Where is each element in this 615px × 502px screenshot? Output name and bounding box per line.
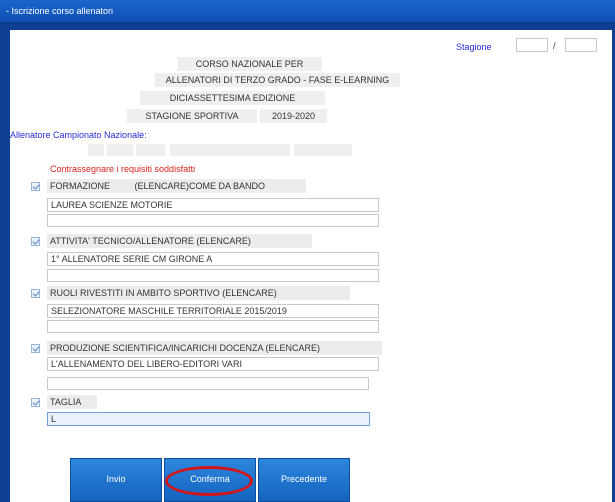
ruoli-checkbox[interactable] (31, 289, 40, 298)
header-line3: DICIASSETTESIMA EDIZIONE (140, 91, 325, 105)
requisiti-label: Contrassegnare i requisiti soddisfatti (50, 164, 196, 174)
produzione-extra-input[interactable] (47, 377, 369, 390)
ruoli-input[interactable]: SELEZIONATORE MASCHILE TERRITORIALE 2015… (47, 304, 379, 318)
stagione-separator: / (553, 41, 556, 51)
header-line2: ALLENATORI DI TERZO GRADO - FASE E-LEARN… (155, 73, 400, 87)
allenatore-cell-2[interactable] (107, 144, 133, 156)
formazione-extra-input[interactable] (47, 214, 379, 227)
conferma-button[interactable]: Conferma (164, 458, 256, 502)
form-panel: Stagione / CORSO NAZIONALE PER ALLENATOR… (10, 30, 612, 502)
allenatore-cell-5[interactable] (294, 144, 334, 156)
produzione-input[interactable]: L'ALLENAMENTO DEL LIBERO-EDITORI VARI (47, 357, 379, 371)
invio-button[interactable]: Invio (70, 458, 162, 502)
allenatore-cell-4[interactable] (170, 144, 290, 156)
produzione-checkbox[interactable] (31, 344, 40, 353)
season-label: STAGIONE SPORTIVA (127, 109, 257, 123)
taglia-title: TAGLIA (47, 395, 97, 409)
allenatore-cell-6[interactable] (330, 144, 352, 156)
season-value: 2019-2020 (260, 109, 327, 123)
stagione-end-input[interactable] (565, 38, 597, 52)
window-titlebar: - Iscrizione corso allenatori (0, 0, 615, 23)
precedente-button[interactable]: Precedente (258, 458, 350, 502)
formazione-checkbox[interactable] (31, 182, 40, 191)
window-title: - Iscrizione corso allenatori (6, 6, 114, 16)
attivita-checkbox[interactable] (31, 237, 40, 246)
stagione-start-input[interactable] (516, 38, 548, 52)
ruoli-extra-input[interactable] (47, 320, 379, 333)
ruoli-title: RUOLI RIVESTITI IN AMBITO SPORTIVO (ELEN… (47, 286, 350, 300)
formazione-hint: (ELENCARE)COME DA BANDO (134, 181, 266, 191)
produzione-title: PRODUZIONE SCIENTIFICA/INCARICHI DOCENZA… (47, 341, 382, 355)
attivita-title: ATTIVITA' TECNICO/ALLENATORE (ELENCARE) (47, 234, 312, 248)
allenatore-label: Allenatore Campionato Nazionale: (10, 130, 147, 140)
attivita-extra-input[interactable] (47, 269, 379, 282)
taglia-checkbox[interactable] (31, 398, 40, 407)
formazione-header: FORMAZIONE (ELENCARE)COME DA BANDO (47, 179, 306, 193)
attivita-input[interactable]: 1° ALLENATORE SERIE CM GIRONE A (47, 252, 379, 266)
taglia-input[interactable]: L (47, 412, 370, 426)
formazione-input[interactable]: LAUREA SCIENZE MOTORIE (47, 198, 379, 212)
formazione-title: FORMAZIONE (50, 181, 110, 191)
header-line1: CORSO NAZIONALE PER (177, 57, 322, 71)
stagione-label: Stagione (456, 42, 492, 52)
allenatore-cell-3[interactable] (136, 144, 165, 156)
allenatore-cell-1[interactable] (88, 144, 104, 156)
